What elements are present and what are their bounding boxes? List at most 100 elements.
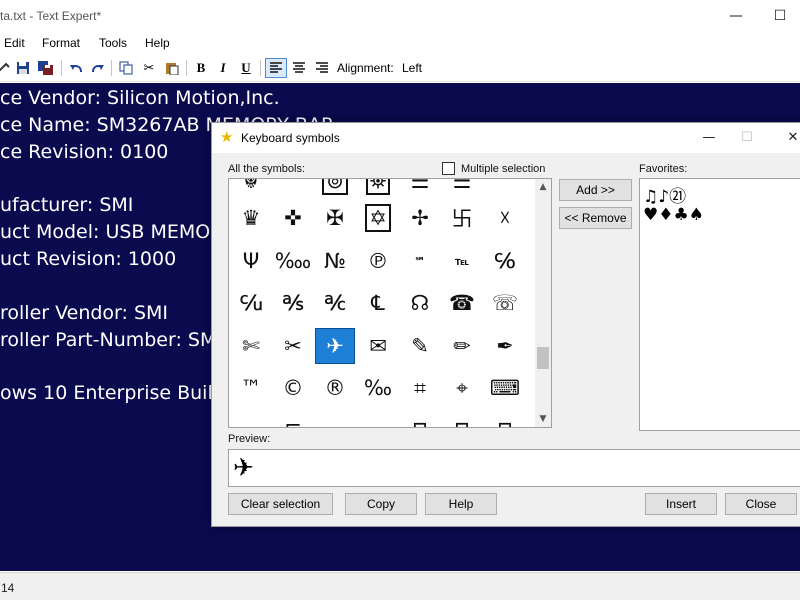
symbol-cell[interactable]: ℅ xyxy=(485,243,525,279)
align-center-icon-glyph xyxy=(293,62,305,73)
symbol-cell[interactable]: ✠ xyxy=(315,200,355,236)
favorites-row[interactable]: ♫♪㉑ xyxy=(643,182,686,207)
editor-line: uct Revision: 1000 xyxy=(0,248,177,270)
symbol-glyph: ⊚ xyxy=(322,179,348,195)
scroll-thumb[interactable] xyxy=(537,347,549,369)
menu-tools[interactable]: Tools xyxy=(99,36,127,50)
align-left-icon[interactable] xyxy=(265,58,287,78)
symbols-grid[interactable]: ☬ ⌒ ⊚ ⛯ ☰ ☰ ♛ ✜ ✠ ✡ ✢ 卐 ☓ Ψ ‱ № ℗ ℠ ℡ ℅ ℆ ℁ ℀ ℄ ☊ ☎ ☏ ✄ ✂ ✈ ✉ ✎ ✏ ✒ ™ © ® ‰ ⌗ ⌖… xyxy=(228,178,552,428)
align-left-icon-glyph xyxy=(270,62,282,73)
symbol-cell[interactable]: ⊓ xyxy=(400,411,440,427)
symbol-cell[interactable]: ⛯ xyxy=(358,179,398,199)
symbol-cell[interactable]: ℡ xyxy=(442,243,482,279)
symbol-cell[interactable]: ℁ xyxy=(273,285,313,321)
symbol-cell[interactable]: ⊓ xyxy=(485,411,525,427)
maximize-button[interactable]: ☐ xyxy=(760,4,800,28)
underline-icon[interactable]: U xyxy=(236,58,256,78)
symbol-cell[interactable]: ✂ xyxy=(273,328,313,364)
symbol-cell[interactable]: Ψ xyxy=(231,243,271,279)
symbols-scrollbar[interactable]: ▲ ▼ xyxy=(535,179,551,427)
symbol-cell[interactable]: ✒ xyxy=(485,328,525,364)
symbol-cell[interactable]: ✉ xyxy=(358,328,398,364)
redo-icon[interactable] xyxy=(88,58,108,78)
symbol-cell[interactable]: ℄ xyxy=(358,285,398,321)
symbol-cell[interactable]: ☰ xyxy=(442,179,482,199)
symbol-cell[interactable]: ‱ xyxy=(273,243,313,279)
scroll-up-icon[interactable]: ▲ xyxy=(535,179,551,195)
symbol-cell[interactable]: ✢ xyxy=(400,200,440,236)
paste-icon[interactable] xyxy=(162,58,182,78)
symbol-cell[interactable]: ✄ xyxy=(231,328,271,364)
preview-symbol: ✈ xyxy=(233,453,254,482)
add-button[interactable]: Add >> xyxy=(559,179,632,201)
close-button[interactable]: Close xyxy=(725,493,797,515)
alignment-label: Alignment: xyxy=(337,61,394,75)
redo-icon-glyph xyxy=(92,65,104,73)
symbol-cell[interactable]: ☰ xyxy=(400,179,440,199)
symbol-cell[interactable]: ✡ xyxy=(358,200,398,236)
multiple-selection-label[interactable]: Multiple selection xyxy=(461,163,545,175)
favorites-list[interactable]: ♫♪㉑ ♥♦♣♠ xyxy=(639,178,800,431)
symbol-cell[interactable]: ℗ xyxy=(358,243,398,279)
italic-icon[interactable]: I xyxy=(213,58,233,78)
minimize-button[interactable]: — xyxy=(716,4,756,28)
save-all-icon[interactable] xyxy=(36,58,56,78)
symbol-cell[interactable]: ⊓ xyxy=(442,411,482,427)
symbol-cell[interactable]: ☎ xyxy=(442,285,482,321)
symbol-cell[interactable]: ℆ xyxy=(231,285,271,321)
symbol-cell[interactable]: ☏ xyxy=(485,285,525,321)
menu-format[interactable]: Format xyxy=(42,36,80,50)
symbol-glyph: ⌖ xyxy=(456,375,468,400)
symbol-cell[interactable]: ⊚ xyxy=(315,179,355,199)
open-icon[interactable] xyxy=(0,58,14,78)
symbol-cell[interactable]: № xyxy=(315,243,355,279)
symbol-cell[interactable]: ✎ xyxy=(400,328,440,364)
symbol-cell[interactable]: ✜ xyxy=(273,200,313,236)
copy-button[interactable]: Copy xyxy=(345,493,417,515)
help-button[interactable]: Help xyxy=(425,493,497,515)
menu-edit[interactable]: Edit xyxy=(4,36,25,50)
editor-line: roller Vendor: SMI xyxy=(0,302,169,324)
align-right-icon[interactable] xyxy=(312,58,332,78)
symbol-cell[interactable]: ‰ xyxy=(358,370,398,406)
remove-button[interactable]: << Remove xyxy=(559,207,632,229)
bold-icon[interactable]: B xyxy=(191,58,211,78)
symbol-cell[interactable]: 卐 xyxy=(442,200,482,236)
cut-icon[interactable]: ✂ xyxy=(139,58,159,78)
symbol-glyph: ✎ xyxy=(411,334,429,358)
save-all-icon-glyph xyxy=(38,61,53,75)
undo-icon[interactable] xyxy=(66,58,86,78)
symbol-glyph: ✒ xyxy=(496,334,514,358)
favorites-row[interactable]: ♥♦♣♠ xyxy=(643,205,704,225)
symbol-cell[interactable]: ♛ xyxy=(231,200,271,236)
symbol-cell[interactable]: ® xyxy=(315,370,355,406)
symbol-cell[interactable]: ☓ xyxy=(485,200,525,236)
symbol-cell[interactable]: ☬ xyxy=(231,179,271,199)
symbol-glyph: ⊓ xyxy=(454,417,470,427)
symbol-cell[interactable]: ☊ xyxy=(400,285,440,321)
align-center-icon[interactable] xyxy=(289,58,309,78)
symbol-cell[interactable]: ⌖ xyxy=(442,370,482,406)
symbol-cell[interactable]: ⌒ xyxy=(273,179,313,199)
insert-button[interactable]: Insert xyxy=(645,493,717,515)
save-icon[interactable] xyxy=(13,58,33,78)
symbol-cell[interactable]: ⌗ xyxy=(400,370,440,406)
symbol-cell[interactable]: ℀ xyxy=(315,285,355,321)
keyboard-symbols-dialog: ★ Keyboard symbols — ☐ ✕ All the symbols… xyxy=(211,122,800,527)
multiple-selection-checkbox[interactable] xyxy=(442,162,455,175)
symbol-cell[interactable]: © xyxy=(273,370,313,406)
save-icon-glyph xyxy=(17,62,29,74)
dialog-close-icon[interactable]: ✕ xyxy=(776,126,800,150)
scroll-down-icon[interactable]: ▼ xyxy=(535,411,551,427)
symbol-cell[interactable]: ℠ xyxy=(400,243,440,279)
symbol-cell[interactable]: ⊏ xyxy=(273,411,313,427)
clear-selection-button[interactable]: Clear selection xyxy=(228,493,333,515)
menu-help[interactable]: Help xyxy=(145,36,170,50)
toolbar: ✂ B I U Alignment: Left xyxy=(0,55,800,82)
dialog-minimize-button[interactable]: — xyxy=(692,126,726,150)
symbol-cell[interactable]: ⌨ xyxy=(485,370,525,406)
symbol-cell[interactable]: ™ xyxy=(231,370,271,406)
symbol-cell[interactable]: ✏ xyxy=(442,328,482,364)
symbol-cell[interactable]: ✈ xyxy=(315,328,355,364)
copy-icon[interactable] xyxy=(116,58,136,78)
